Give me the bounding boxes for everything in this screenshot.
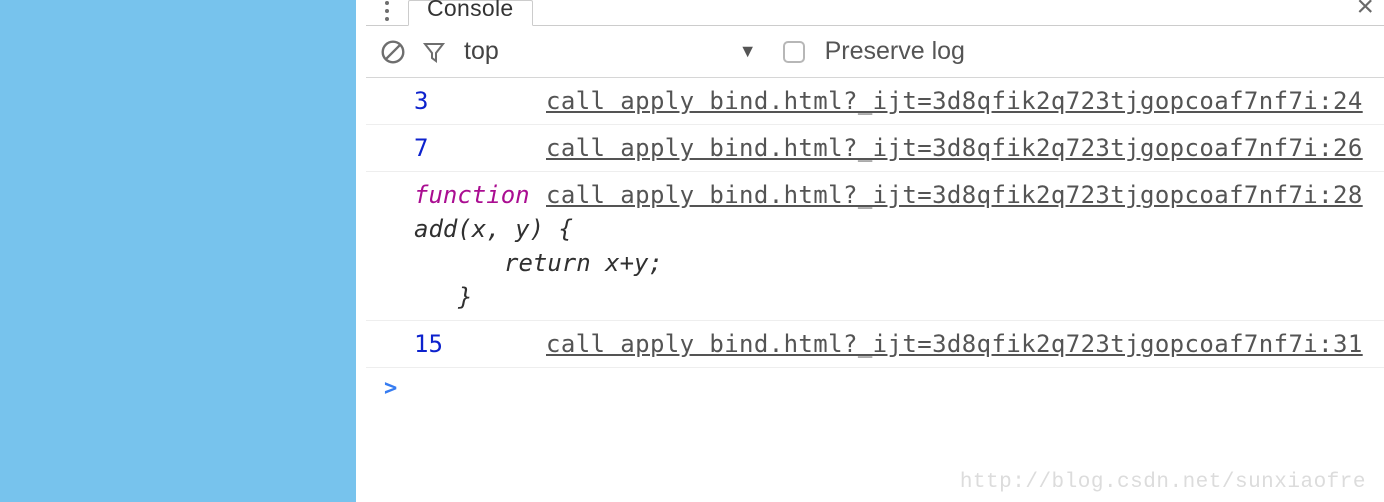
log-message: 3 [406, 84, 546, 118]
console-prompt[interactable]: > [366, 368, 1384, 401]
tab-console[interactable]: Console [408, 0, 533, 26]
code-line: add(x, y) { [414, 212, 1372, 246]
log-continuation: add(x, y) { return x+y; } [378, 212, 1372, 314]
console-log: 3 call apply bind.html?_ijt=3d8qfik2q723… [366, 78, 1384, 502]
devtools-panel: Console × top ▼ Preserve log [366, 0, 1384, 502]
code-line: } [414, 280, 1372, 314]
context-label: top [464, 37, 499, 66]
log-source: call apply bind.html?_ijt=3d8qfik2q723tj… [546, 327, 1372, 361]
prompt-caret: > [384, 376, 397, 401]
devtools-tabbar: Console × [366, 0, 1384, 26]
log-row: 15 call apply bind.html?_ijt=3d8qfik2q72… [366, 321, 1384, 368]
chevron-down-icon: ▼ [739, 41, 757, 62]
context-selector[interactable]: top ▼ [464, 37, 757, 66]
preserve-log-label: Preserve log [825, 37, 965, 66]
source-link[interactable]: call apply bind.html?_ijt=3d8qfik2q723tj… [546, 181, 1363, 209]
log-source: call apply bind.html?_ijt=3d8qfik2q723tj… [546, 131, 1372, 165]
watermark: http://blog.csdn.net/sunxiaofre [960, 471, 1366, 494]
log-message: 15 [406, 327, 546, 361]
source-link[interactable]: call apply bind.html?_ijt=3d8qfik2q723tj… [546, 134, 1363, 162]
tab-label: Console [427, 1, 514, 15]
close-icon[interactable]: × [1356, 0, 1374, 22]
panel-gutter [356, 0, 366, 502]
log-message: 7 [406, 131, 546, 165]
log-message: function [406, 178, 546, 212]
log-row: function call apply bind.html?_ijt=3d8qf… [366, 172, 1384, 321]
source-link[interactable]: call apply bind.html?_ijt=3d8qfik2q723tj… [546, 87, 1363, 115]
console-toolbar: top ▼ Preserve log [366, 26, 1384, 78]
source-link[interactable]: call apply bind.html?_ijt=3d8qfik2q723tj… [546, 330, 1363, 358]
log-source: call apply bind.html?_ijt=3d8qfik2q723tj… [546, 178, 1372, 212]
filter-icon[interactable] [422, 40, 446, 64]
log-source: call apply bind.html?_ijt=3d8qfik2q723tj… [546, 84, 1372, 118]
log-row: 7 call apply bind.html?_ijt=3d8qfik2q723… [366, 125, 1384, 172]
code-line: return x+y; [414, 246, 1372, 280]
preserve-log-checkbox[interactable] [783, 41, 805, 63]
log-row: 3 call apply bind.html?_ijt=3d8qfik2q723… [366, 78, 1384, 125]
page-content-panel [0, 0, 356, 502]
clear-console-icon[interactable] [380, 39, 406, 65]
more-menu-button[interactable] [366, 0, 408, 22]
